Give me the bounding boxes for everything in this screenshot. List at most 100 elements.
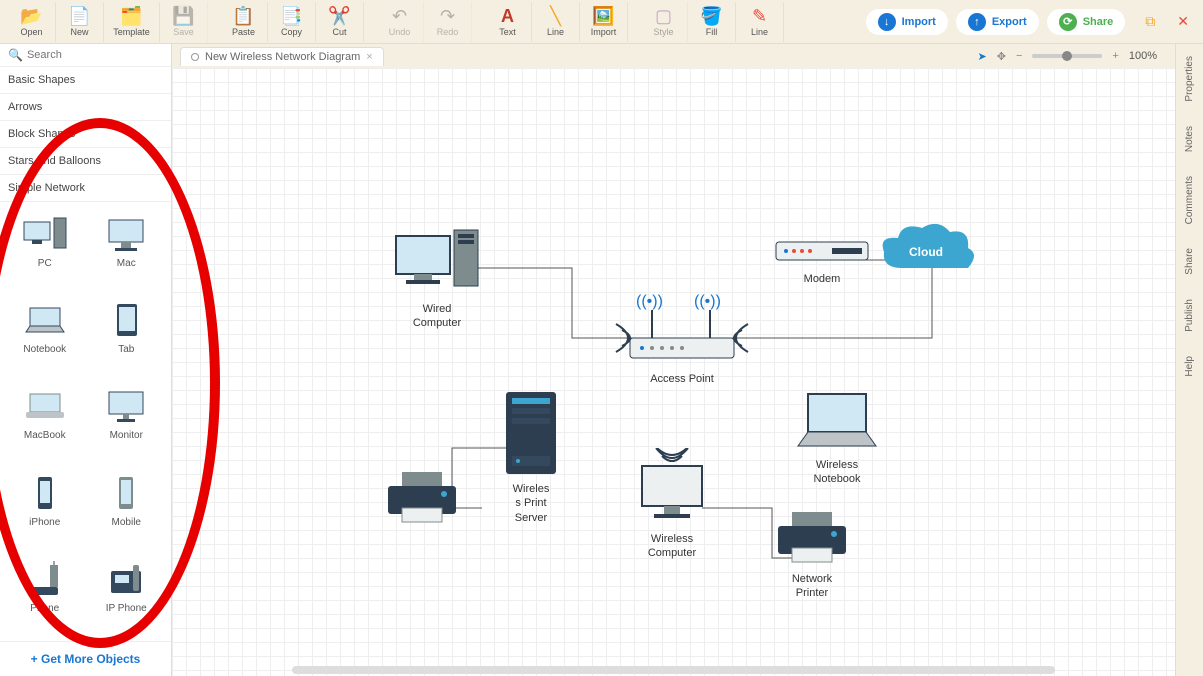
rail-properties[interactable]: Properties [1184, 56, 1195, 102]
node-wireless-notebook[interactable]: Wireless Notebook [792, 388, 882, 487]
search-icon: 🔍 [8, 48, 23, 62]
rail-help[interactable]: Help [1184, 356, 1195, 377]
access-point-icon: ((•)) ((•)) [612, 288, 752, 368]
rail-publish[interactable]: Publish [1184, 299, 1195, 332]
tab-bar: New Wireless Network Diagram × ➤ ✥ − + 1… [172, 44, 1175, 68]
right-rail: Properties Notes Comments Share Publish … [1175, 44, 1203, 676]
category-stars-balloons[interactable]: Stars And Balloons [0, 148, 171, 175]
paste-button[interactable]: 📋Paste [220, 2, 268, 42]
zoom-slider[interactable] [1032, 54, 1102, 58]
template-button[interactable]: 🗂️Template [104, 2, 160, 42]
tab-close-icon[interactable]: × [366, 51, 372, 63]
category-block-shapes[interactable]: Block Shapes [0, 121, 171, 148]
node-network-printer[interactable]: Network Printer [772, 508, 852, 601]
node-modem[interactable]: Modem [772, 238, 872, 286]
shape-mac[interactable]: Mac [88, 208, 166, 290]
undo-icon: ↶ [392, 7, 407, 27]
node-wired-computer[interactable]: Wired Computer [392, 228, 482, 331]
svg-text:((•)): ((•)) [636, 293, 663, 310]
share-button[interactable]: ⟳Share [1047, 9, 1126, 35]
copy-button[interactable]: 📑Copy [268, 2, 316, 42]
svg-text:Cloud: Cloud [909, 245, 943, 259]
style-icon: ▢ [655, 7, 672, 27]
text-button[interactable]: AText [484, 2, 532, 42]
pen-icon: ✎ [752, 7, 767, 27]
fill-button[interactable]: 🪣Fill [688, 2, 736, 42]
pc-thumb-icon [22, 214, 68, 254]
undo-button[interactable]: ↶Undo [376, 2, 424, 42]
unsaved-indicator-icon [191, 53, 199, 61]
rail-share[interactable]: Share [1184, 248, 1195, 275]
save-button[interactable]: 💾Save [160, 2, 208, 42]
notebook-thumb-icon [22, 300, 68, 340]
upload-icon: ↑ [968, 13, 986, 31]
text-icon: A [501, 7, 514, 27]
line-button[interactable]: ╲Line [532, 2, 580, 42]
shape-notebook[interactable]: Notebook [6, 294, 84, 376]
line-icon: ╲ [550, 7, 561, 27]
ip-phone-thumb-icon [103, 559, 149, 599]
get-more-objects-link[interactable]: + Get More Objects [0, 641, 171, 676]
diagram-canvas[interactable]: Wired Computer ((•)) ((•)) A [172, 68, 1175, 676]
monitor-thumb-icon [103, 386, 149, 426]
import-button[interactable]: ↓Import [866, 9, 948, 35]
export-button[interactable]: ↑Export [956, 9, 1039, 35]
new-button[interactable]: 📄New [56, 2, 104, 42]
open-button[interactable]: 📂Open [8, 2, 56, 42]
horizontal-scrollbar[interactable] [172, 664, 1175, 676]
shape-ip-phone[interactable]: IP Phone [88, 553, 166, 635]
shape-mobile[interactable]: Mobile [88, 467, 166, 549]
shapes-sidebar: 🔍 Basic Shapes Arrows Block Shapes Stars… [0, 44, 172, 676]
rail-notes[interactable]: Notes [1184, 126, 1195, 152]
node-access-point[interactable]: ((•)) ((•)) Access Point [612, 288, 752, 386]
mac-thumb-icon [103, 214, 149, 254]
shape-macbook[interactable]: MacBook [6, 380, 84, 462]
canvas-area: New Wireless Network Diagram × ➤ ✥ − + 1… [172, 44, 1175, 676]
shape-monitor[interactable]: Monitor [88, 380, 166, 462]
document-tab[interactable]: New Wireless Network Diagram × [180, 47, 384, 66]
shape-phone[interactable]: Phone [6, 553, 84, 635]
laptop-icon [792, 388, 882, 454]
image-icon: 🖼️ [592, 7, 614, 27]
folder-open-icon: 📂 [20, 7, 42, 27]
save-icon: 💾 [172, 7, 194, 27]
desktop-icon [632, 448, 712, 528]
macbook-thumb-icon [22, 386, 68, 426]
node-print-server[interactable]: Wireles s Print Server [502, 388, 560, 525]
printer-icon [382, 468, 462, 528]
shape-pc[interactable]: PC [6, 208, 84, 290]
iphone-thumb-icon [22, 473, 68, 513]
zoom-out-icon[interactable]: − [1016, 50, 1022, 62]
mobile-thumb-icon [103, 473, 149, 513]
style-button[interactable]: ▢Style [640, 2, 688, 42]
rail-comments[interactable]: Comments [1184, 176, 1195, 224]
scissors-icon: ✂️ [328, 7, 350, 27]
cut-button[interactable]: ✂️Cut [316, 2, 364, 42]
category-simple-network[interactable]: Simple Network [0, 175, 171, 202]
pointer-tool-icon[interactable]: ➤ [978, 50, 987, 63]
zoom-in-icon[interactable]: + [1112, 50, 1118, 62]
node-cloud[interactable]: Cloud [872, 218, 982, 292]
node-wireless-computer[interactable]: Wireless Computer [632, 448, 712, 561]
line-style-button[interactable]: ✎Line [736, 2, 784, 42]
shape-tab[interactable]: Tab [88, 294, 166, 376]
search-row: 🔍 [0, 44, 171, 67]
shapes-grid: PC Mac Notebook Tab [0, 202, 171, 641]
pan-tool-icon[interactable]: ✥ [997, 50, 1006, 63]
server-icon [502, 388, 560, 478]
bucket-icon: 🪣 [700, 7, 722, 27]
main-toolbar: 📂Open 📄New 🗂️Template 💾Save 📋Paste 📑Copy… [0, 0, 1203, 44]
cordless-phone-thumb-icon [22, 559, 68, 599]
import-image-button[interactable]: 🖼️Import [580, 2, 628, 42]
category-basic-shapes[interactable]: Basic Shapes [0, 67, 171, 94]
window-close-icon[interactable]: ✕ [1171, 13, 1195, 30]
category-arrows[interactable]: Arrows [0, 94, 171, 121]
tab-title: New Wireless Network Diagram [205, 51, 360, 63]
search-input[interactable] [27, 49, 169, 61]
window-restore-icon[interactable]: ⧉ [1139, 13, 1161, 30]
node-printer-left[interactable] [382, 468, 462, 532]
cloud-icon: Cloud [872, 218, 982, 288]
shape-iphone[interactable]: iPhone [6, 467, 84, 549]
redo-button[interactable]: ↷Redo [424, 2, 472, 42]
printer2-icon [772, 508, 852, 568]
